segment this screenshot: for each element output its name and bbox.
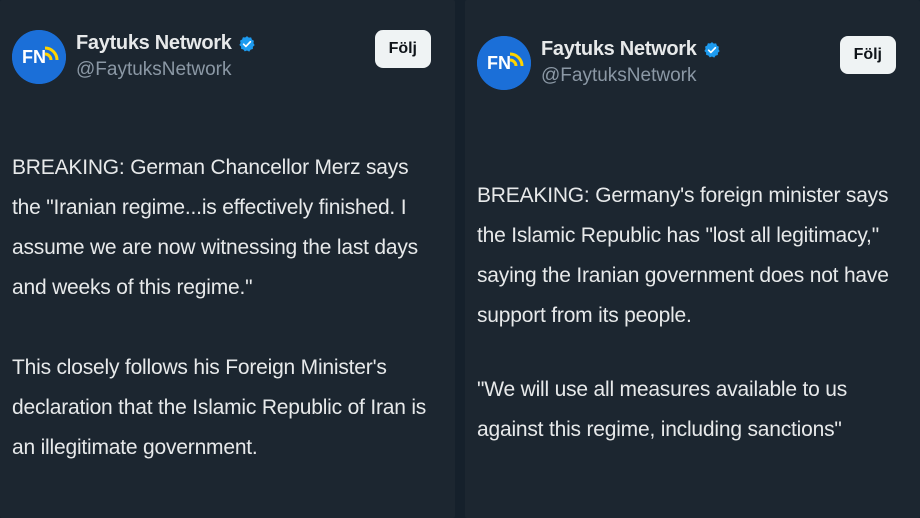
account-handle[interactable]: @FaytuksNetwork — [76, 59, 256, 81]
post-text-paragraph: BREAKING: German Chancellor Merz says th… — [12, 156, 418, 299]
svg-text:FN: FN — [487, 53, 511, 73]
name-row: Faytuks Network — [76, 32, 256, 55]
follow-button[interactable]: Följ — [374, 30, 431, 68]
account-info: Faytuks Network @FaytuksNetwork — [76, 30, 256, 81]
avatar[interactable]: FN — [12, 30, 66, 84]
account-name[interactable]: Faytuks Network — [76, 32, 232, 55]
post-card-left: FN Faytuks Network @FaytuksNetwork Följ … — [0, 0, 455, 518]
name-row: Faytuks Network — [541, 38, 721, 61]
faytuks-logo-icon: FN — [12, 30, 66, 84]
faytuks-logo-icon: FN — [477, 36, 531, 90]
svg-text:FN: FN — [22, 47, 46, 67]
post-text-paragraph: "We will use all measures available to u… — [477, 378, 848, 441]
account-name[interactable]: Faytuks Network — [541, 38, 697, 61]
account-info: Faytuks Network @FaytuksNetwork — [541, 36, 721, 87]
verified-badge-icon — [238, 35, 255, 52]
follow-button[interactable]: Följ — [839, 36, 896, 74]
screenshot-frame: FN Faytuks Network @FaytuksNetwork Följ … — [0, 0, 920, 518]
post-header: FN Faytuks Network @FaytuksNetwork Följ — [477, 36, 908, 102]
verified-badge-icon — [703, 41, 720, 58]
avatar[interactable]: FN — [477, 36, 531, 90]
account-handle[interactable]: @FaytuksNetwork — [541, 65, 721, 87]
post-card-right: FN Faytuks Network @FaytuksNetwork Följ … — [465, 0, 920, 518]
post-text-paragraph: This closely follows his Foreign Ministe… — [12, 356, 427, 459]
post-text-paragraph: BREAKING: Germany's foreign minister say… — [477, 184, 889, 327]
post-header: FN Faytuks Network @FaytuksNetwork Följ — [12, 30, 443, 96]
